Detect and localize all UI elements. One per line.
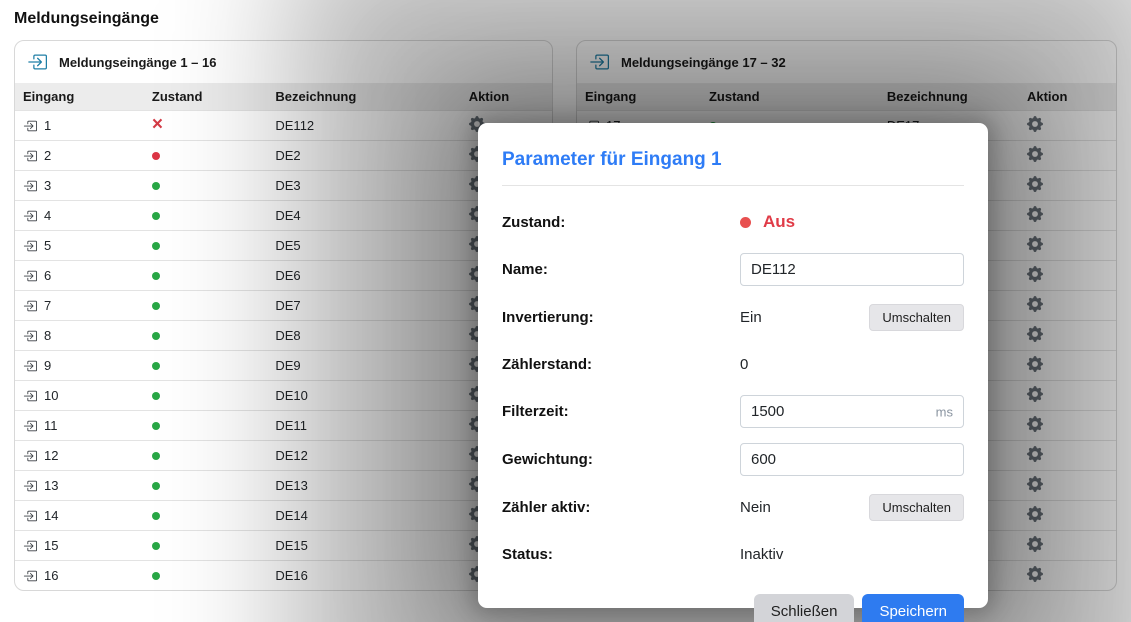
field-label: Name:: [502, 261, 740, 278]
divider: [502, 185, 964, 186]
invertierung-toggle-button[interactable]: Umschalten: [869, 304, 964, 331]
gewichtung-input[interactable]: [740, 443, 964, 476]
state-value: Aus: [740, 212, 795, 232]
field-zaehlerstand: Zählerstand: 0: [502, 348, 964, 380]
field-invertierung: Invertierung: Ein Umschalten: [502, 301, 964, 333]
zaehler-aktiv-toggle-button[interactable]: Umschalten: [869, 494, 964, 521]
modal-footer: Schließen Speichern: [502, 594, 964, 622]
modal-backdrop: Parameter für Eingang 1 Zustand: Aus Nam…: [0, 0, 1131, 622]
field-label: Zähler aktiv:: [502, 499, 740, 516]
field-label: Filterzeit:: [502, 403, 740, 420]
field-label: Zählerstand:: [502, 356, 740, 373]
field-filterzeit: Filterzeit: ms: [502, 395, 964, 428]
field-name: Name:: [502, 253, 964, 286]
close-button[interactable]: Schließen: [754, 594, 855, 622]
invertierung-value: Ein: [740, 309, 762, 326]
field-label: Status:: [502, 546, 740, 563]
field-label: Gewichtung:: [502, 451, 740, 468]
field-zaehler-aktiv: Zähler aktiv: Nein Umschalten: [502, 491, 964, 523]
parameter-modal: Parameter für Eingang 1 Zustand: Aus Nam…: [478, 123, 988, 608]
name-input[interactable]: [740, 253, 964, 286]
field-label: Zustand:: [502, 214, 740, 231]
field-gewichtung: Gewichtung:: [502, 443, 964, 476]
zaehlerstand-value: 0: [740, 356, 748, 373]
field-status: Status: Inaktiv: [502, 538, 964, 570]
filterzeit-input[interactable]: [740, 395, 964, 428]
field-label: Invertierung:: [502, 309, 740, 326]
status-value: Inaktiv: [740, 546, 783, 563]
modal-title: Parameter für Eingang 1: [502, 149, 964, 171]
page: Meldungseingänge Meldungseingänge 1 – 16…: [0, 0, 1131, 622]
save-button[interactable]: Speichern: [862, 594, 964, 622]
zaehler-aktiv-value: Nein: [740, 499, 771, 516]
status-dot-red-icon: [740, 217, 751, 228]
field-zustand: Zustand: Aus: [502, 206, 964, 238]
